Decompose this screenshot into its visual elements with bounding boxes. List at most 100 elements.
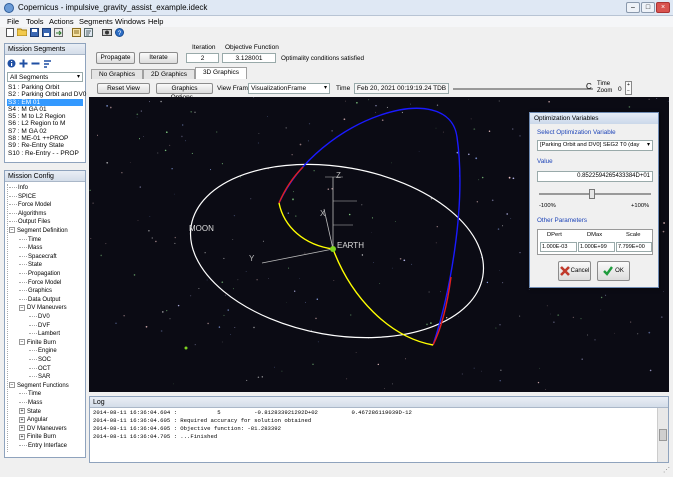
view-frame-select[interactable]: VisualizationFrame ▾ <box>248 83 330 94</box>
expand-icon[interactable]: + <box>19 408 25 415</box>
segment-item[interactable]: S6 : L2 Region to M <box>7 120 83 127</box>
tree-item[interactable]: Algorithms <box>9 210 46 218</box>
tree-item[interactable]: Mass <box>19 399 42 407</box>
param-dmax-field[interactable]: 1.000E+99 <box>578 242 615 252</box>
open-folder-icon[interactable] <box>17 27 27 37</box>
menu-actions[interactable]: Actions <box>48 16 75 27</box>
export-icon[interactable] <box>53 27 63 37</box>
value-slider-thumb[interactable] <box>589 189 595 199</box>
tree-item[interactable]: SOC <box>29 356 51 364</box>
tree-item[interactable]: − Segment Definition <box>9 227 68 235</box>
reorder-segment-icon[interactable] <box>43 59 52 68</box>
value-field[interactable]: 0.8522594265433384D+01 <box>537 171 653 182</box>
segment-item[interactable]: S8 : ME-01 ++PROP <box>7 135 83 142</box>
param-scale-field[interactable]: 7.799E+00 <box>616 242 652 252</box>
tree-item[interactable]: Force Model <box>9 201 51 209</box>
earth-marker[interactable] <box>330 246 336 252</box>
menu-windows[interactable]: Windows <box>114 16 146 27</box>
log-scrollbar-thumb[interactable] <box>659 429 667 441</box>
reset-view-button[interactable]: Reset View <box>97 83 150 94</box>
tab-3d-graphics[interactable]: 3D Graphics <box>195 67 247 79</box>
iterate-button[interactable]: Iterate <box>139 52 178 64</box>
tab-no-graphics[interactable]: No Graphics <box>91 69 143 79</box>
log-content[interactable]: 2014-08-11 16:36:04.604 : 5 -0.812833921… <box>90 408 657 462</box>
resize-grip-icon[interactable]: ⋰ <box>663 466 670 474</box>
close-button[interactable]: × <box>656 2 670 13</box>
tree-item[interactable]: OCT <box>29 365 51 373</box>
minimize-button[interactable]: – <box>626 2 640 13</box>
time-slider-end[interactable]: C <box>586 82 592 91</box>
time-zoom-spinner[interactable]: + − <box>625 81 632 95</box>
segment-item[interactable]: S5 : M to L2 Region <box>7 113 83 120</box>
segment-item[interactable]: S9 : Re-Entry State <box>7 142 83 149</box>
ok-button[interactable]: OK <box>597 261 630 281</box>
new-file-icon[interactable] <box>5 27 15 37</box>
maximize-button[interactable]: □ <box>641 2 655 13</box>
star <box>221 341 223 343</box>
variable-select[interactable]: [Parking Orbit and DV0] SEG2 T0 (day ▾ <box>537 140 653 151</box>
tree-item[interactable]: Entry Interface <box>19 442 67 450</box>
tree-item[interactable]: Force Model <box>19 279 61 287</box>
remove-segment-icon[interactable] <box>31 59 40 68</box>
segment-item[interactable]: S1 : Parking Orbit <box>7 84 83 91</box>
save-as-icon[interactable] <box>41 27 51 37</box>
tree-item[interactable]: − DV Maneuvers <box>19 304 67 312</box>
collapse-icon[interactable]: − <box>19 304 25 311</box>
log-scrollbar[interactable] <box>657 408 668 462</box>
tree-item[interactable]: Engine <box>29 347 57 355</box>
tree-item[interactable]: Data Output <box>19 296 60 304</box>
time-slider[interactable]: C <box>453 82 593 94</box>
segment-item[interactable]: S10 : Re-Entry - - PROP <box>7 150 83 157</box>
collapse-icon[interactable]: − <box>9 227 15 234</box>
tree-item[interactable]: Lambert <box>29 330 60 338</box>
menu-file[interactable]: File <box>6 16 20 27</box>
segment-item[interactable]: S2 : Parking Orbit and DV0 <box>7 91 86 98</box>
tree-item[interactable]: Mass <box>19 244 42 252</box>
script-icon[interactable] <box>83 27 93 37</box>
expand-icon[interactable]: + <box>19 433 25 440</box>
tree-item[interactable]: − Segment Functions <box>9 382 69 390</box>
param-dpert-field[interactable]: 1.000E-03 <box>540 242 577 252</box>
save-icon[interactable] <box>29 27 39 37</box>
settings-icon[interactable] <box>71 27 81 37</box>
help-icon[interactable]: ? <box>114 27 124 37</box>
tree-item[interactable]: − Finite Burn <box>19 339 56 347</box>
collapse-icon[interactable]: − <box>9 382 15 389</box>
segment-item[interactable]: S4 : M GA 01 <box>7 106 83 113</box>
segment-item[interactable]: S7 : M GA 02 <box>7 128 83 135</box>
tree-item[interactable]: DVF <box>29 322 50 330</box>
info-icon[interactable] <box>7 59 16 68</box>
segment-item[interactable]: S3 : EM 01 <box>7 98 83 106</box>
menu-help[interactable]: Help <box>147 16 164 27</box>
value-slider[interactable] <box>539 189 651 199</box>
tree-item[interactable]: Graphics <box>19 287 52 295</box>
tab-2d-graphics[interactable]: 2D Graphics <box>143 69 195 79</box>
tree-item[interactable]: Info <box>9 184 28 192</box>
tree-item[interactable]: Propagation <box>19 270 60 278</box>
menu-tools[interactable]: Tools <box>25 16 45 27</box>
collapse-icon[interactable]: − <box>19 339 25 346</box>
expand-icon[interactable]: + <box>19 425 25 432</box>
tree-item[interactable]: + DV Maneuvers <box>19 425 67 433</box>
render-icon[interactable] <box>102 27 112 37</box>
add-segment-icon[interactable] <box>19 59 28 68</box>
tree-item[interactable]: + Finite Burn <box>19 433 56 441</box>
tree-item[interactable]: Time <box>19 390 41 398</box>
tree-item[interactable]: SAR <box>29 373 50 381</box>
tree-item[interactable]: State <box>19 261 42 269</box>
tree-item[interactable]: SPICE <box>9 193 36 201</box>
spin-down-icon[interactable]: − <box>626 88 631 94</box>
tree-item[interactable]: Spacecraft <box>19 253 57 261</box>
propagate-button[interactable]: Propagate <box>96 52 135 64</box>
menu-segments[interactable]: Segments <box>78 16 114 27</box>
tree-item[interactable]: + State <box>19 408 41 416</box>
moon-marker[interactable] <box>184 346 188 350</box>
cancel-button[interactable]: Cancel <box>558 261 591 281</box>
graphics-options-button[interactable]: Graphics Options... <box>156 83 213 101</box>
expand-icon[interactable]: + <box>19 416 25 423</box>
tree-item[interactable]: Output Files <box>9 218 50 226</box>
tree-item[interactable]: DV0 <box>29 313 50 321</box>
tree-item[interactable]: + Angular <box>19 416 48 424</box>
tree-item[interactable]: Time <box>19 236 41 244</box>
segment-filter-select[interactable]: All Segments ▾ <box>7 72 83 82</box>
